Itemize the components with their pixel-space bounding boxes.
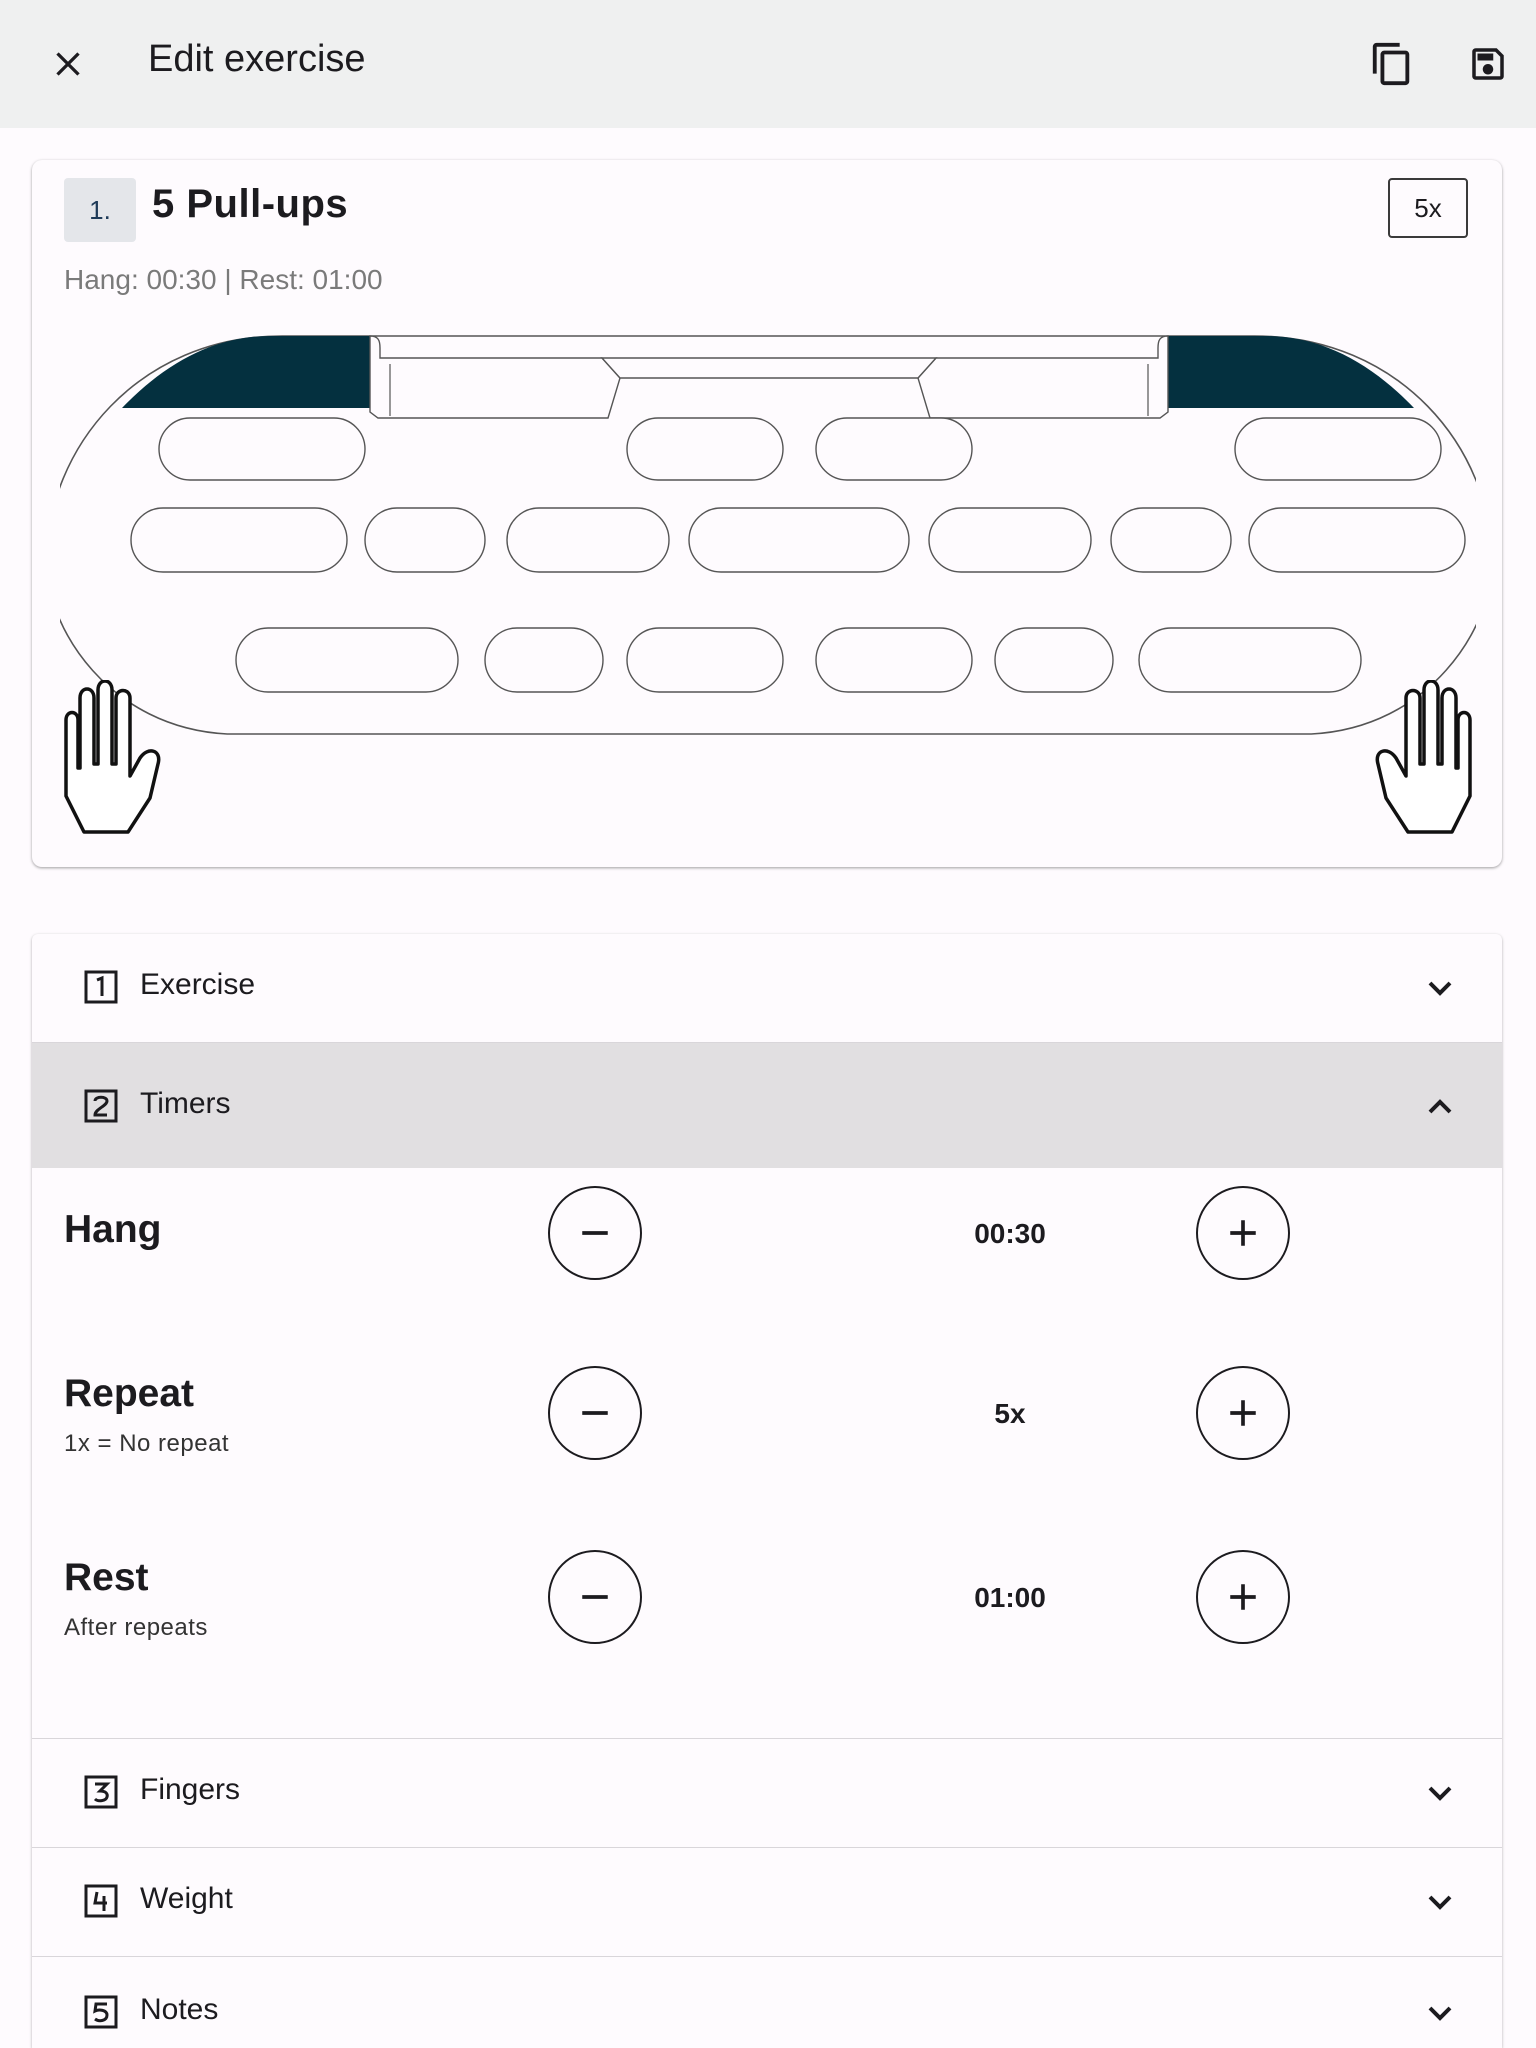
section-exercise-header[interactable]: Exercise bbox=[32, 934, 1502, 1042]
save-button[interactable] bbox=[1460, 36, 1516, 92]
minus-icon bbox=[582, 1231, 608, 1235]
rest-value: 01:00 bbox=[974, 1582, 1046, 1613]
chevron-up-icon bbox=[1428, 1099, 1452, 1114]
hang-title: Hang bbox=[64, 1208, 162, 1251]
section-notes-header[interactable]: Notes bbox=[32, 1956, 1502, 2048]
number-2-icon bbox=[84, 1089, 118, 1123]
repeat-subtitle: 1x = No repeat bbox=[64, 1430, 230, 1457]
copy-button[interactable] bbox=[1364, 36, 1420, 92]
chevron-down-icon bbox=[1428, 981, 1452, 996]
number-5-icon bbox=[84, 1995, 118, 2029]
section-timers-header[interactable]: Timers bbox=[32, 1042, 1502, 1168]
rest-subtitle: After repeats bbox=[64, 1614, 208, 1641]
rest-title: Rest bbox=[64, 1556, 149, 1599]
repeat-title: Repeat bbox=[64, 1372, 195, 1415]
top-app-bar: Edit exercise bbox=[0, 0, 1536, 128]
hang-value: 00:30 bbox=[974, 1218, 1046, 1249]
chevron-down-icon bbox=[1428, 1895, 1452, 1910]
exercise-settings-accordion: Exercise Timers Hang 00:30 Repeat 1x = N… bbox=[32, 934, 1502, 2048]
plus-icon bbox=[1230, 1400, 1256, 1426]
rest-increase-button[interactable] bbox=[1196, 1550, 1290, 1644]
chevron-down-icon bbox=[1428, 1786, 1452, 1801]
exercise-name: 5 Pull-ups bbox=[152, 182, 349, 226]
minus-icon bbox=[582, 1595, 608, 1599]
section-exercise-label: Exercise bbox=[140, 968, 256, 1001]
section-notes-label: Notes bbox=[140, 1993, 219, 2026]
minus-icon bbox=[582, 1411, 608, 1415]
number-3-icon bbox=[84, 1775, 118, 1809]
save-icon bbox=[1472, 48, 1504, 80]
section-weight-header[interactable]: Weight bbox=[32, 1847, 1502, 1956]
repeat-value: 5x bbox=[994, 1398, 1026, 1429]
page-title: Edit exercise bbox=[148, 38, 366, 80]
copy-icon bbox=[1372, 42, 1410, 86]
right-hand-icon bbox=[1375, 680, 1472, 834]
left-hand-icon bbox=[64, 680, 161, 834]
section-fingers-header[interactable]: Fingers bbox=[32, 1738, 1502, 1847]
chevron-down-icon bbox=[1428, 2006, 1452, 2021]
section-fingers-label: Fingers bbox=[140, 1773, 241, 1806]
plus-icon bbox=[1230, 1584, 1256, 1610]
hangboard-diagram bbox=[60, 335, 1476, 735]
exercise-summary: Hang: 00:30 | Rest: 01:00 bbox=[64, 264, 383, 295]
exercise-number: 1. bbox=[64, 178, 136, 242]
number-1-icon bbox=[84, 970, 118, 1004]
rest-decrease-button[interactable] bbox=[548, 1550, 642, 1644]
repeat-badge: 5x bbox=[1388, 178, 1468, 238]
plus-icon bbox=[1230, 1220, 1256, 1246]
hang-decrease-button[interactable] bbox=[548, 1186, 642, 1280]
repeat-increase-button[interactable] bbox=[1196, 1366, 1290, 1460]
repeat-decrease-button[interactable] bbox=[548, 1366, 642, 1460]
section-timers-label: Timers bbox=[140, 1087, 231, 1120]
close-button[interactable] bbox=[40, 40, 96, 88]
exercise-card[interactable]: 1. 5 Pull-ups 5x Hang: 00:30 | Rest: 01:… bbox=[32, 160, 1502, 867]
hang-increase-button[interactable] bbox=[1196, 1186, 1290, 1280]
section-weight-label: Weight bbox=[140, 1882, 233, 1915]
number-4-icon bbox=[84, 1884, 118, 1918]
close-icon bbox=[56, 52, 80, 76]
